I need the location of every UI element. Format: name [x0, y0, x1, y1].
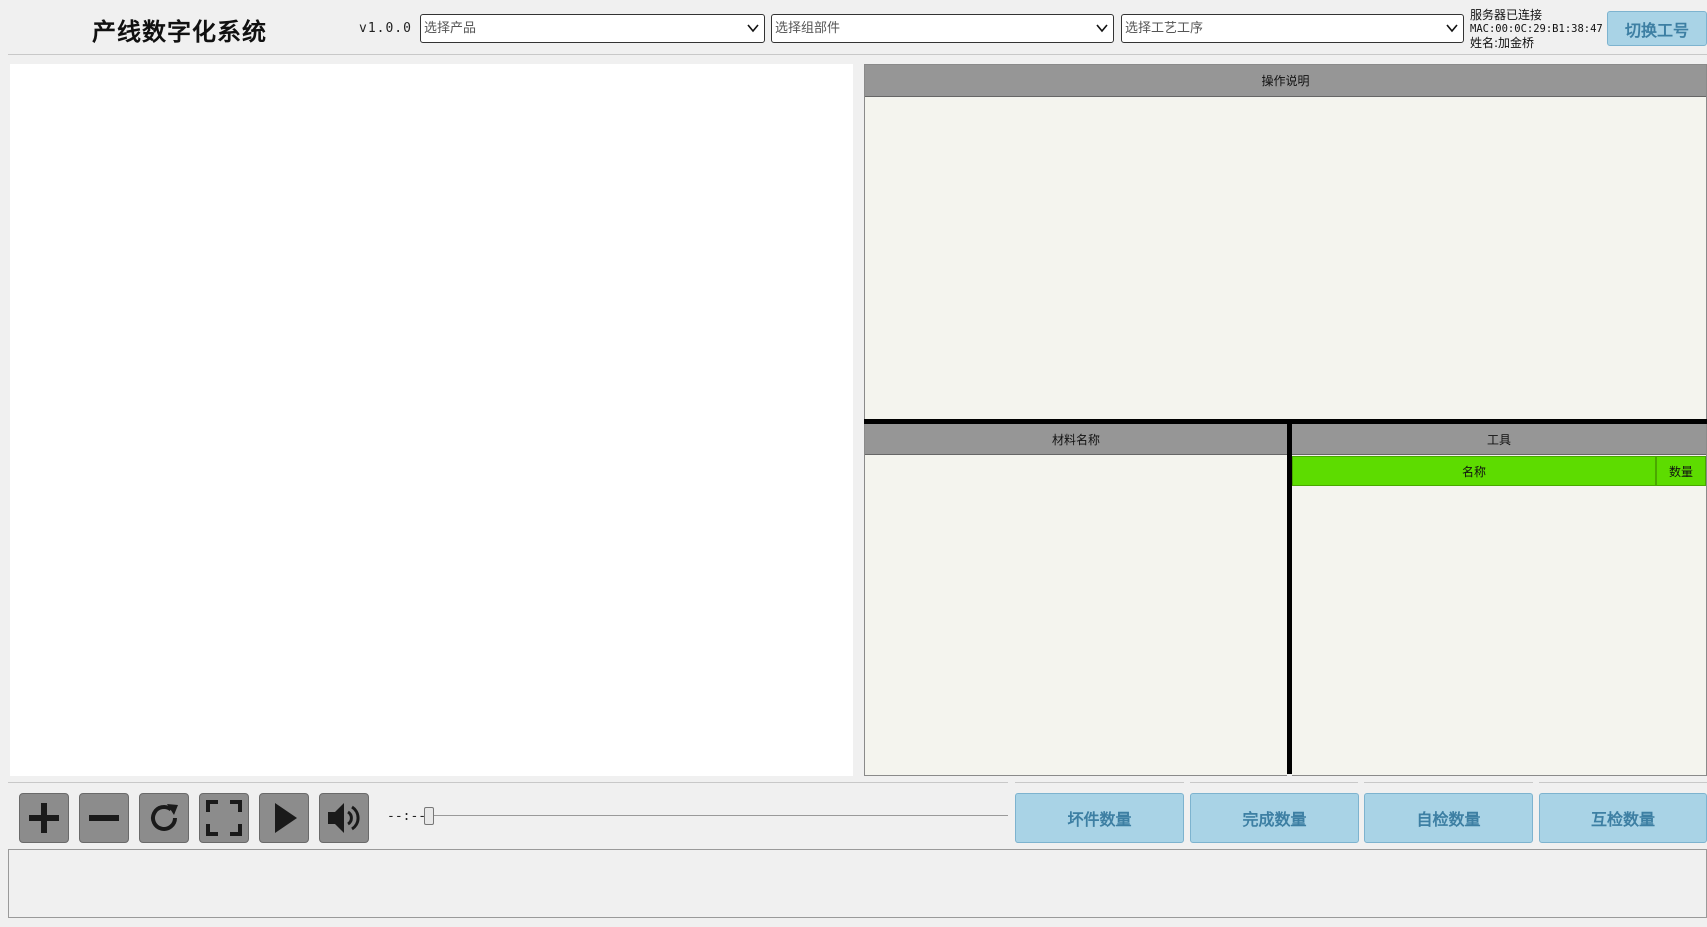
tab-line: [1539, 782, 1707, 783]
tab-line: [1015, 782, 1184, 783]
operator-name: 姓名:加金桥: [1470, 36, 1535, 50]
tools-header: 工具: [1292, 424, 1706, 455]
tab-line: [1364, 782, 1533, 783]
instructions-panel: 操作说明: [864, 64, 1707, 420]
tools-panel: 工具 名称 数量: [1292, 424, 1707, 776]
instructions-header: 操作说明: [865, 65, 1706, 97]
tab-line: [1190, 782, 1358, 783]
fullscreen-button[interactable]: [199, 793, 249, 843]
plus-icon: [29, 803, 59, 833]
play-icon: [275, 803, 297, 833]
zoom-in-button[interactable]: [19, 793, 69, 843]
chevron-down-icon: [1096, 24, 1108, 33]
volume-icon: [328, 803, 360, 833]
materials-panel: 材料名称: [864, 424, 1287, 776]
version-label: v1.0.0: [359, 21, 412, 36]
assembly-select-placeholder: 选择组部件: [775, 21, 841, 36]
complete-count-button[interactable]: 完成数量: [1190, 793, 1359, 843]
process-select-placeholder: 选择工艺工序: [1125, 21, 1204, 36]
volume-button[interactable]: [319, 793, 369, 843]
tools-column-quantity[interactable]: 数量: [1656, 456, 1706, 486]
chevron-down-icon: [1446, 24, 1458, 33]
defect-count-button[interactable]: 坏件数量: [1015, 793, 1184, 843]
play-button[interactable]: [259, 793, 309, 843]
switch-id-button[interactable]: 切换工号: [1607, 11, 1707, 46]
video-viewer[interactable]: [10, 64, 853, 776]
self-check-count-button[interactable]: 自检数量: [1364, 793, 1533, 843]
progress-slider-thumb[interactable]: [424, 807, 434, 825]
controls-divider: [8, 782, 1008, 783]
mac-address: MAC:00:0C:29:B1:38:47: [1470, 23, 1603, 35]
materials-header: 材料名称: [865, 424, 1287, 455]
app-title: 产线数字化系统: [92, 18, 267, 46]
chevron-down-icon: [747, 24, 759, 33]
mutual-check-count-button[interactable]: 互检数量: [1539, 793, 1707, 843]
product-select[interactable]: 选择产品: [420, 14, 765, 43]
progress-slider-track[interactable]: [425, 815, 1008, 816]
message-box: [8, 849, 1707, 918]
header-divider: [8, 54, 1707, 55]
assembly-select[interactable]: 选择组部件: [771, 14, 1114, 43]
rotate-icon: [151, 804, 178, 831]
process-select[interactable]: 选择工艺工序: [1121, 14, 1464, 43]
time-display: --:--: [387, 809, 427, 824]
tools-column-name[interactable]: 名称: [1292, 456, 1656, 486]
minus-icon: [89, 815, 119, 821]
server-status: 服务器已连接: [1470, 8, 1543, 22]
product-select-placeholder: 选择产品: [424, 21, 477, 36]
fullscreen-icon: [206, 800, 242, 836]
rotate-button[interactable]: [139, 793, 189, 843]
zoom-out-button[interactable]: [79, 793, 129, 843]
